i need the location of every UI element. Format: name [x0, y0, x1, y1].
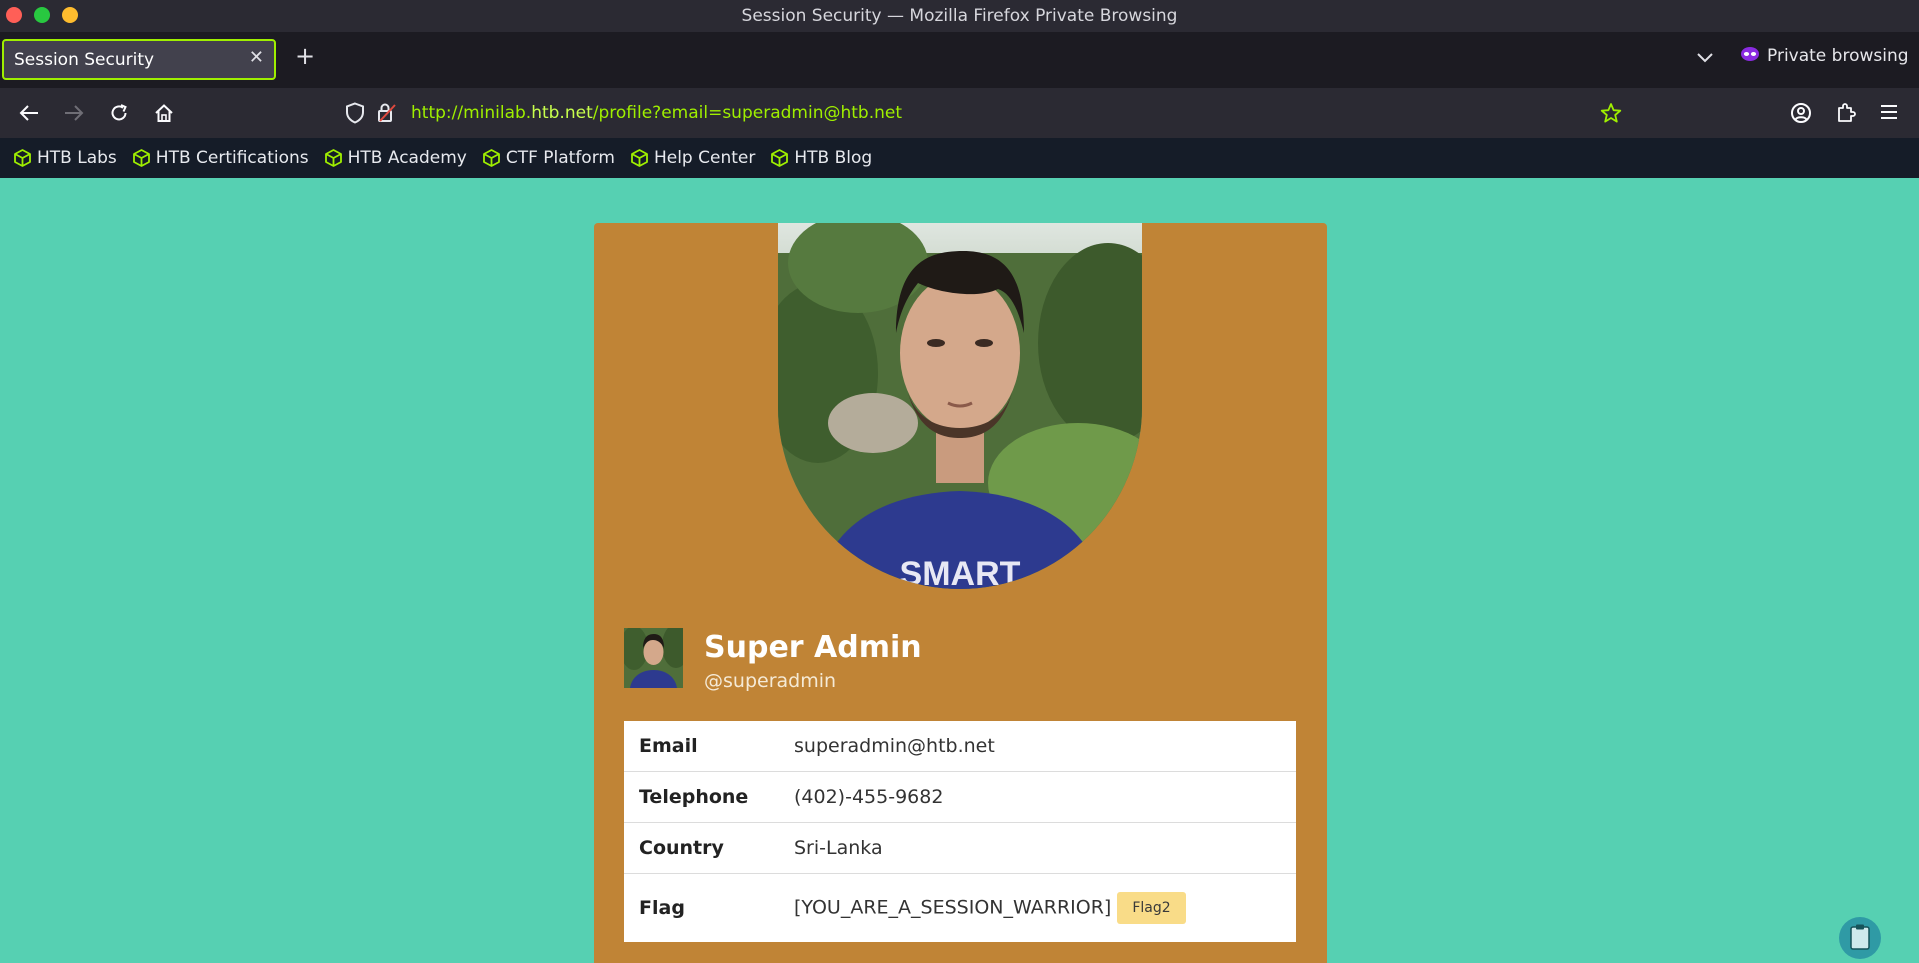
bookmark-ctf-platform[interactable]: CTF Platform [482, 148, 615, 168]
home-icon[interactable] [154, 103, 174, 127]
private-mask-icon [1741, 46, 1759, 66]
bookmark-help-center[interactable]: Help Center [631, 148, 755, 168]
row-value-flag-cell: [YOU_ARE_A_SESSION_WARRIOR] Flag2 [794, 874, 1296, 943]
bookmark-htb-blog[interactable]: HTB Blog [771, 148, 872, 168]
bookmark-htb-labs[interactable]: HTB Labs [14, 148, 117, 168]
extensions-icon[interactable] [1835, 102, 1857, 128]
bookmark-cube-icon [14, 149, 31, 167]
bookmark-cube-icon [482, 149, 500, 167]
row-value-country: Sri-Lanka [794, 822, 1296, 874]
bookmark-htb-certifications[interactable]: HTB Certifications [132, 148, 309, 168]
bookmark-label: HTB Academy [347, 148, 467, 168]
clipboard-button[interactable] [1839, 917, 1881, 959]
table-row: Country Sri-Lanka [624, 822, 1296, 874]
bookmarks-toolbar: HTB Labs HTB Certifications HTB Academy … [0, 138, 1919, 178]
table-row: Flag [YOU_ARE_A_SESSION_WARRIOR] Flag2 [624, 874, 1296, 943]
url-text[interactable]: http://minilab.htb.net/profile?email=sup… [411, 103, 902, 123]
row-label-country: Country [624, 822, 794, 874]
bookmark-cube-icon [324, 149, 342, 167]
menu-icon[interactable] [1879, 103, 1899, 125]
url-bar[interactable]: http://minilab.htb.net/profile?email=sup… [340, 95, 1630, 131]
bookmark-label: HTB Blog [794, 148, 873, 168]
private-browsing-label: Private browsing [1767, 46, 1909, 66]
profile-name: Super Admin [704, 630, 922, 665]
url-prefix: http://minilab. [411, 103, 532, 123]
shield-icon[interactable] [345, 102, 365, 128]
bookmark-cube-icon [631, 149, 648, 167]
flag2-button[interactable]: Flag2 [1117, 892, 1186, 924]
list-all-tabs-chevron-icon[interactable] [1697, 48, 1713, 67]
reload-icon[interactable] [109, 103, 129, 127]
account-icon[interactable] [1790, 102, 1812, 128]
flag-value: [YOU_ARE_A_SESSION_WARRIOR] [794, 896, 1112, 919]
url-path: /profile?email=superadmin@htb.net [592, 103, 902, 123]
bookmark-label: HTB Labs [37, 148, 117, 168]
window-title: Session Security — Mozilla Firefox Priva… [741, 6, 1178, 26]
row-label-telephone: Telephone [624, 771, 794, 823]
row-value-telephone: (402)-455-9682 [794, 771, 1296, 823]
close-tab-icon[interactable]: ✕ [249, 47, 264, 68]
bookmark-label: Help Center [653, 148, 756, 168]
bookmark-label: HTB Certifications [155, 148, 309, 168]
row-value-email: superadmin@htb.net [794, 721, 1296, 772]
profile-handle: @superadmin [704, 670, 837, 692]
navigation-toolbar: http://minilab.htb.net/profile?email=sup… [0, 88, 1919, 138]
window-titlebar: Session Security — Mozilla Firefox Priva… [0, 0, 1919, 32]
private-browsing-indicator: Private browsing [1741, 46, 1909, 66]
bookmark-label: CTF Platform [505, 148, 615, 168]
table-row: Email superadmin@htb.net [624, 721, 1296, 772]
clipboard-icon [1850, 924, 1870, 950]
avatar [624, 628, 683, 688]
forward-icon [63, 103, 85, 127]
row-label-email: Email [624, 721, 794, 772]
bookmark-htb-academy[interactable]: HTB Academy [324, 148, 467, 168]
table-row: Telephone (402)-455-9682 [624, 771, 1296, 823]
back-icon[interactable] [18, 103, 40, 127]
lock-warning-icon[interactable] [376, 102, 396, 128]
bookmark-star-icon[interactable] [1600, 102, 1622, 128]
tab-title: Session Security [14, 50, 155, 70]
profile-details-table: Email superadmin@htb.net Telephone (402)… [624, 721, 1296, 942]
row-label-flag: Flag [639, 897, 685, 919]
profile-card: SMART Super Admin @superadmin Email supe… [594, 223, 1327, 963]
profile-cover-photo: SMART [778, 223, 1142, 589]
shirt-text: SMART [900, 555, 1021, 589]
tab-session-security[interactable]: Session Security ✕ [2, 39, 276, 80]
url-domain: htb.net [531, 103, 593, 123]
bookmark-cube-icon [771, 149, 789, 167]
tab-strip: Session Security ✕ + Private browsing [0, 32, 1919, 88]
new-tab-button[interactable]: + [295, 44, 315, 68]
bookmark-cube-icon [132, 149, 150, 167]
